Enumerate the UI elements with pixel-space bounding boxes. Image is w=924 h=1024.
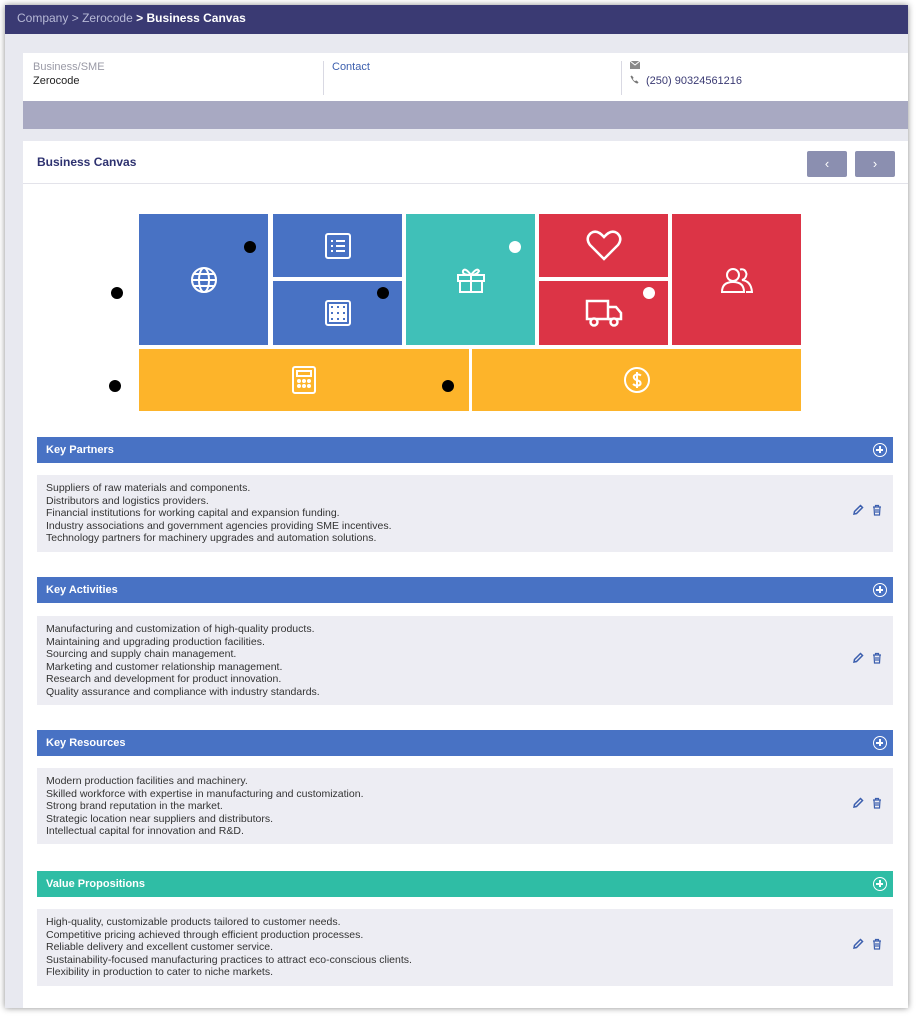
globe-icon: [189, 265, 219, 295]
delete-icon[interactable]: [871, 797, 883, 809]
edit-icon[interactable]: [852, 797, 864, 809]
section-body-value-propositions: High-quality, customizable products tail…: [37, 909, 893, 986]
marker-dot: [643, 287, 655, 299]
business-canvas-card: Business Canvas ‹ › Key Partners Supplie…: [23, 141, 908, 1008]
content-area: Business/SME Zerocode Contact (250) 9032…: [5, 34, 908, 1008]
list-item: Marketing and customer relationship mana…: [46, 660, 283, 673]
section-title: Key Activities: [46, 584, 118, 596]
canvas-header: Business Canvas ‹ ›: [23, 141, 908, 184]
phone-icon: [630, 75, 640, 87]
business-column: Business/SME Zerocode: [33, 61, 323, 95]
list-item: Financial institutions for working capit…: [46, 507, 340, 520]
contact-details-column: (250) 90324561216: [621, 60, 901, 95]
list-item: Sustainability-focused manufacturing pra…: [46, 953, 412, 966]
add-icon[interactable]: [873, 443, 887, 457]
section-header-value-propositions: Value Propositions: [37, 871, 893, 897]
list-item: Suppliers of raw materials and component…: [46, 482, 251, 494]
section-title: Value Propositions: [46, 878, 146, 890]
page-title: Business Canvas: [37, 155, 137, 169]
row-actions: [852, 797, 883, 809]
list-item: Competitive pricing achieved through eff…: [46, 928, 364, 941]
list-item: Quality assurance and compliance with in…: [46, 685, 320, 698]
list-item: Intellectual capital for innovation and …: [46, 825, 244, 838]
business-name: Zerocode: [33, 75, 80, 87]
edit-icon[interactable]: [852, 504, 864, 516]
breadcrumb-current: > Business Canvas: [136, 11, 246, 25]
section-body-key-resources: Modern production facilities and machine…: [37, 768, 893, 844]
tile-key-activities[interactable]: [273, 214, 402, 277]
phone-number[interactable]: (250) 90324561216: [646, 75, 742, 87]
breadcrumb: Company > Zerocode > Business Canvas: [5, 5, 908, 34]
app-frame: Company > Zerocode > Business Canvas Bus…: [5, 5, 908, 1008]
email-row: [629, 60, 901, 72]
breadcrumb-zerocode[interactable]: Zerocode: [82, 11, 133, 25]
tile-cost-structure[interactable]: [139, 349, 469, 411]
list-item: Research and development for product inn…: [46, 673, 282, 686]
marker-dot: [244, 241, 256, 253]
edit-icon[interactable]: [852, 938, 864, 950]
list-item: Sourcing and supply chain management.: [46, 648, 237, 661]
section-header-key-partners: Key Partners: [37, 437, 893, 463]
list-item: Modern production facilities and machine…: [46, 775, 248, 787]
edit-icon[interactable]: [852, 652, 864, 664]
list-item: Technology partners for machinery upgrad…: [46, 532, 377, 545]
breadcrumb-company[interactable]: Company: [17, 11, 68, 25]
divider-strip: [23, 101, 908, 129]
section-body-key-partners: Suppliers of raw materials and component…: [37, 475, 893, 552]
marker-dot: [509, 241, 521, 253]
tile-customer-segments[interactable]: [672, 214, 801, 345]
tile-customer-relationships[interactable]: [539, 214, 668, 277]
phone-row: (250) 90324561216: [630, 75, 901, 87]
row-actions: [852, 938, 883, 950]
list-icon: [324, 232, 351, 259]
business-info-card: Business/SME Zerocode Contact (250) 9032…: [23, 53, 908, 101]
grid-icon: [324, 300, 351, 326]
tile-key-partners[interactable]: [139, 214, 268, 345]
list-item: Distributors and logistics providers.: [46, 494, 209, 507]
row-actions: [852, 652, 883, 664]
calculator-icon: [292, 366, 316, 394]
add-icon[interactable]: [873, 583, 887, 597]
breadcrumb-separator: >: [71, 11, 79, 25]
list-item: Maintaining and upgrading production fac…: [46, 635, 265, 648]
next-button[interactable]: ›: [855, 151, 895, 177]
list-item: Strong brand reputation in the market.: [46, 800, 223, 813]
add-icon[interactable]: [873, 736, 887, 750]
tile-revenue-streams[interactable]: [472, 349, 801, 411]
marker-dot: [111, 287, 123, 299]
section-title: Key Partners: [46, 444, 114, 456]
marker-dot: [109, 380, 121, 392]
prev-button[interactable]: ‹: [807, 151, 847, 177]
delete-icon[interactable]: [871, 652, 883, 664]
list-item: High-quality, customizable products tail…: [46, 916, 341, 928]
marker-dot: [377, 287, 389, 299]
truck-icon: [585, 298, 623, 328]
delete-icon[interactable]: [871, 938, 883, 950]
list-item: Flexibility in production to cater to ni…: [46, 966, 274, 979]
row-actions: [852, 504, 883, 516]
section-title: Key Resources: [46, 737, 126, 749]
section-header-key-activities: Key Activities: [37, 577, 893, 603]
list-item: Industry associations and government age…: [46, 519, 392, 532]
section-header-key-resources: Key Resources: [37, 730, 893, 756]
section-body-key-activities: Manufacturing and customization of high-…: [37, 616, 893, 705]
list-item: Reliable delivery and excellent customer…: [46, 941, 274, 954]
business-type-label: Business/SME: [33, 61, 105, 73]
marker-dot: [442, 380, 454, 392]
list-item: Manufacturing and customization of high-…: [46, 623, 315, 635]
contact-link[interactable]: Contact: [332, 61, 621, 73]
users-icon: [720, 266, 753, 294]
contact-column: Contact: [323, 61, 621, 95]
tile-value-propositions[interactable]: [406, 214, 535, 345]
dollar-icon: [623, 366, 651, 394]
list-item: Strategic location near suppliers and di…: [46, 812, 274, 825]
heart-icon: [586, 229, 622, 262]
delete-icon[interactable]: [871, 504, 883, 516]
list-item: Skilled workforce with expertise in manu…: [46, 787, 364, 800]
add-icon[interactable]: [873, 877, 887, 891]
gift-icon: [456, 266, 486, 294]
mail-icon: [629, 60, 641, 72]
